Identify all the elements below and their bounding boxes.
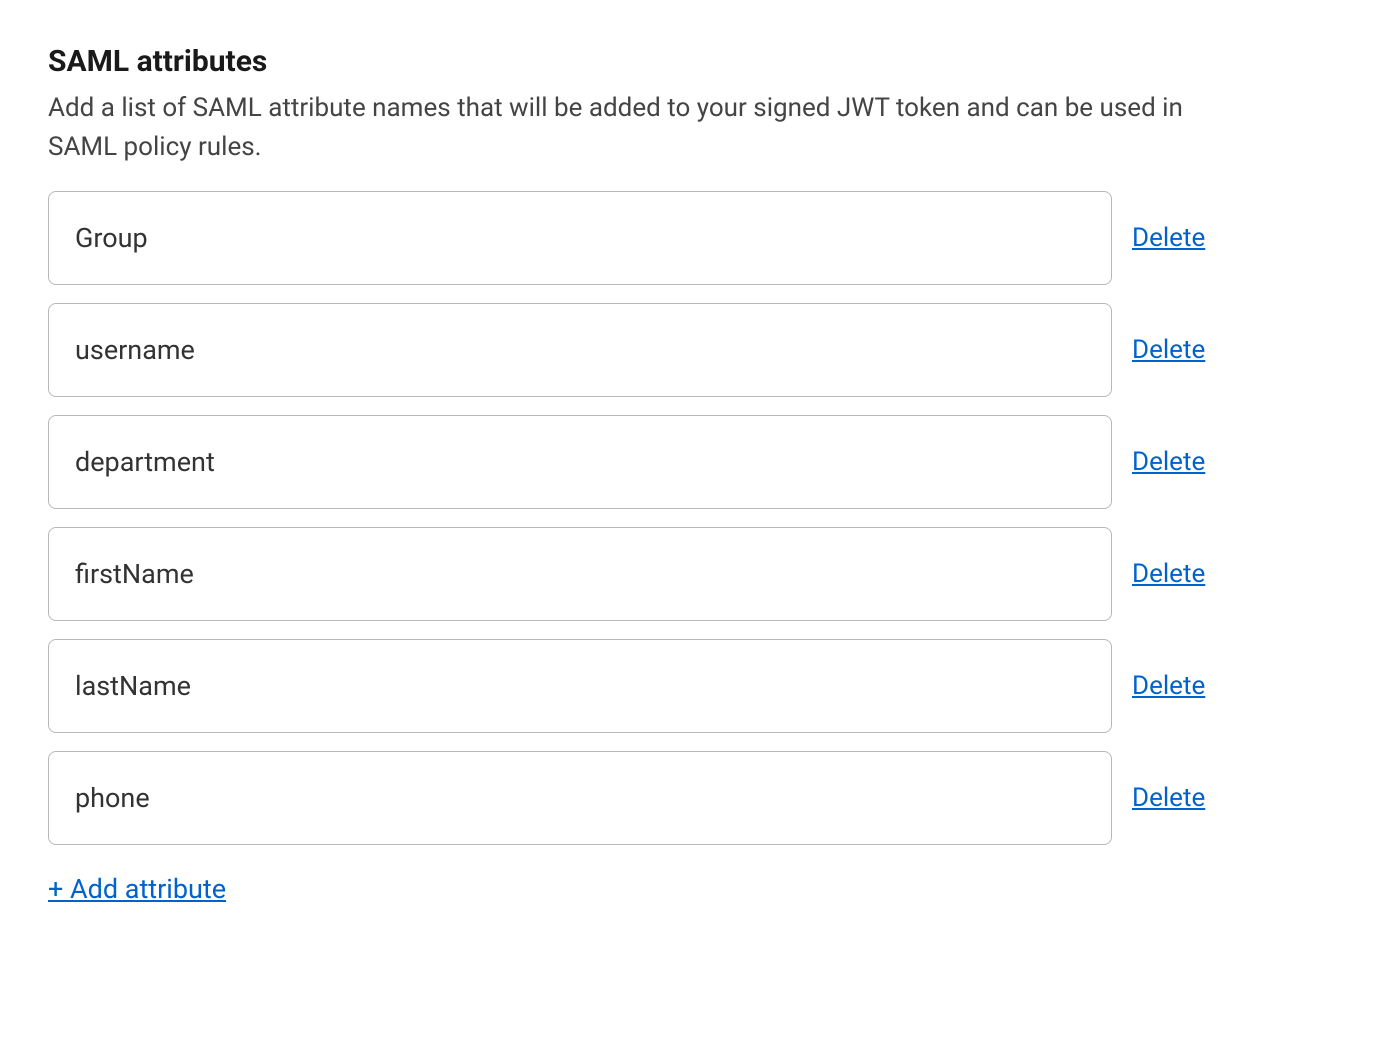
add-attribute-button[interactable]: + Add attribute [48, 873, 226, 905]
section-title: SAML attributes [48, 44, 1348, 79]
attribute-input-phone[interactable] [48, 751, 1112, 845]
attribute-row: Delete [48, 639, 1348, 733]
attribute-row: Delete [48, 303, 1348, 397]
attribute-row: Delete [48, 751, 1348, 845]
delete-button[interactable]: Delete [1132, 335, 1205, 365]
attribute-row: Delete [48, 415, 1348, 509]
attribute-row: Delete [48, 191, 1348, 285]
delete-button[interactable]: Delete [1132, 559, 1205, 589]
delete-button[interactable]: Delete [1132, 447, 1205, 477]
attribute-input-username[interactable] [48, 303, 1112, 397]
attribute-row: Delete [48, 527, 1348, 621]
saml-attributes-section: SAML attributes Add a list of SAML attri… [48, 44, 1348, 905]
attribute-input-lastname[interactable] [48, 639, 1112, 733]
attribute-input-group[interactable] [48, 191, 1112, 285]
attribute-input-department[interactable] [48, 415, 1112, 509]
delete-button[interactable]: Delete [1132, 223, 1205, 253]
attribute-input-firstname[interactable] [48, 527, 1112, 621]
attribute-list: Delete Delete Delete Delete Delete Delet… [48, 191, 1348, 845]
section-description: Add a list of SAML attribute names that … [48, 89, 1228, 167]
delete-button[interactable]: Delete [1132, 671, 1205, 701]
delete-button[interactable]: Delete [1132, 783, 1205, 813]
